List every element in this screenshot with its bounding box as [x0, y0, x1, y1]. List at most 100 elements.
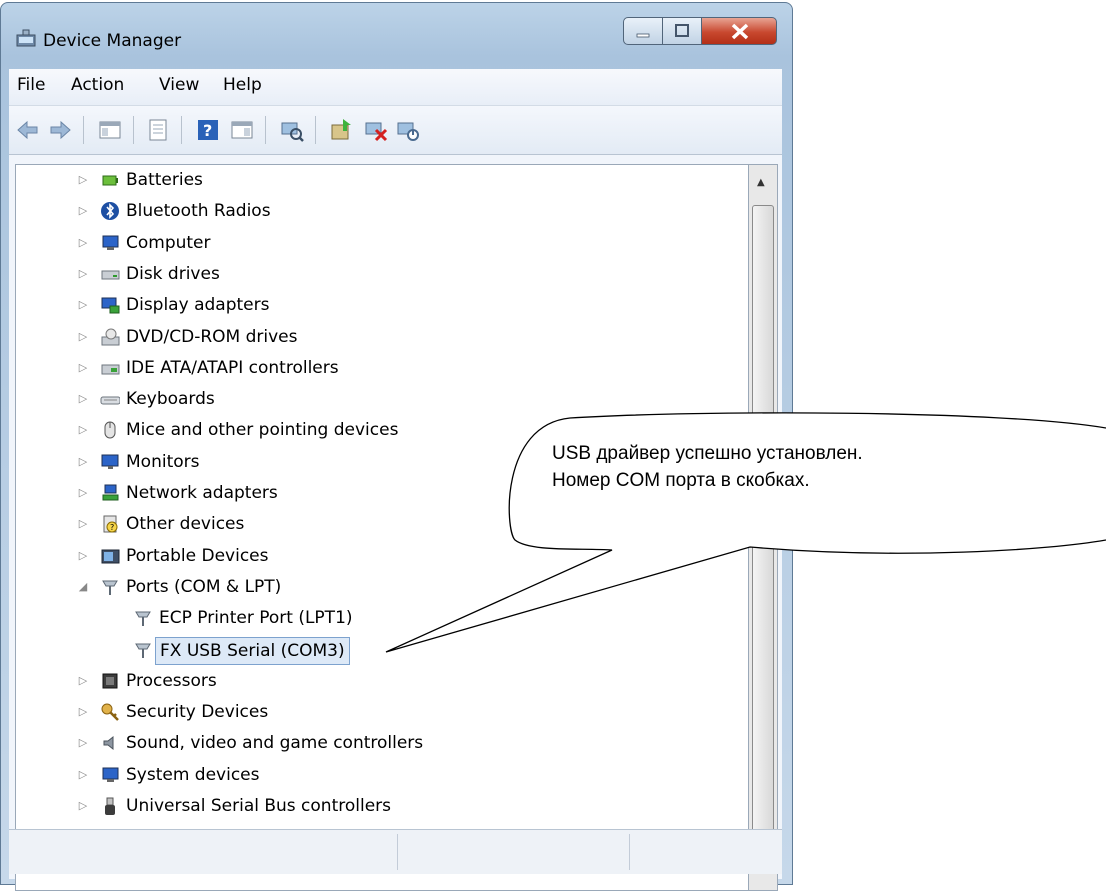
maximize-icon — [675, 24, 689, 37]
toolbar-separator — [83, 116, 84, 144]
forward-icon[interactable] — [47, 117, 73, 143]
back-icon[interactable] — [15, 117, 41, 143]
dvd-drive-icon — [101, 328, 120, 345]
callout-line-1: USB драйвер успешно установлен. — [552, 443, 863, 464]
tree-item-label: DVD/CD-ROM drives — [126, 326, 298, 347]
tree-item-label: Bluetooth Radios — [126, 201, 271, 222]
expand-arrow-icon[interactable]: ▷ — [78, 324, 88, 350]
expand-arrow-icon[interactable]: ▷ — [78, 668, 88, 694]
toolbar-separator — [265, 116, 266, 144]
tree-item-label: System devices — [126, 764, 260, 785]
expand-arrow-icon[interactable]: ▷ — [78, 699, 88, 725]
tree-item-label: Ports (COM & LPT) — [126, 576, 282, 597]
tree-item-label: Display adapters — [126, 295, 270, 316]
minimize-icon — [636, 33, 650, 38]
toolbar-separator — [181, 116, 182, 144]
expand-arrow-icon[interactable]: ▷ — [78, 386, 88, 412]
device-manager-icon — [16, 29, 36, 47]
status-divider — [629, 834, 630, 870]
tree-item-label: Monitors — [126, 451, 200, 472]
scroll-up-icon[interactable]: ▲ — [757, 177, 765, 188]
help-icon[interactable]: ? — [195, 117, 221, 143]
properties-icon[interactable] — [145, 117, 171, 143]
svg-text:?: ? — [203, 121, 212, 140]
expand-arrow-icon[interactable]: ▷ — [78, 417, 88, 443]
window-title: Device Manager — [43, 31, 182, 51]
expand-arrow-icon[interactable]: ▷ — [78, 762, 88, 788]
expand-arrow-icon[interactable]: ▷ — [78, 730, 88, 756]
tree-item-label: Network adapters — [126, 483, 278, 503]
tree-item-label: Disk drives — [126, 263, 220, 284]
port-icon — [102, 580, 118, 595]
expand-arrow-icon[interactable]: ▷ — [78, 292, 88, 318]
menu-action[interactable]: Action — [71, 75, 124, 95]
status-bar — [9, 829, 782, 874]
show-hide-console-tree-icon[interactable] — [97, 117, 123, 143]
svg-text:?: ? — [110, 523, 114, 532]
system-devices-icon — [102, 767, 119, 782]
tree-item-label: Other devices — [126, 514, 245, 535]
tree-item-label: Computer — [126, 232, 211, 253]
processor-icon — [102, 673, 118, 689]
tree-item-label: Universal Serial Bus controllers — [126, 796, 392, 816]
port-icon — [135, 643, 151, 658]
other-devices-icon: ? — [103, 515, 118, 533]
tree-item-label: Portable Devices — [126, 545, 269, 566]
callout-line-2: Номер COM порта в скобках. — [552, 470, 810, 491]
menu-bar: File Action View Help — [9, 69, 782, 106]
expand-arrow-icon[interactable]: ▷ — [78, 355, 88, 381]
vertical-scrollbar[interactable]: ▲ ▼ — [748, 164, 778, 891]
expand-arrow-icon[interactable]: ▷ — [78, 543, 88, 569]
tree-item-label: Batteries — [126, 170, 203, 190]
uninstall-icon[interactable] — [363, 117, 389, 143]
expand-arrow-icon[interactable]: ▷ — [78, 449, 88, 475]
security-key-icon — [101, 703, 119, 721]
mouse-icon — [104, 421, 116, 439]
device-tree[interactable]: ▷ Batteries ▷ Bluetooth Radios ▷ Computer ▷ Dis… — [15, 164, 749, 891]
scrollbar-thumb[interactable] — [752, 205, 774, 839]
computer-icon — [102, 235, 119, 250]
battery-icon — [102, 175, 118, 186]
tree-item-label: Keyboards — [126, 389, 215, 410]
close-icon — [731, 23, 749, 40]
toolbar: ? — [9, 106, 782, 155]
menu-help[interactable]: Help — [223, 75, 262, 95]
tree-item-label: Sound, video and game controllers — [126, 733, 424, 754]
maximize-button[interactable] — [662, 17, 702, 45]
monitor-icon — [101, 454, 119, 469]
tree-item-label: Processors — [126, 670, 217, 691]
tree-item-label: ECP Printer Port (LPT1) — [159, 608, 353, 629]
expand-arrow-icon[interactable]: ▷ — [78, 511, 88, 537]
expand-arrow-icon[interactable]: ▷ — [78, 198, 88, 224]
expand-arrow-icon[interactable]: ▷ — [78, 167, 88, 193]
expand-arrow-icon[interactable]: ▷ — [78, 793, 88, 819]
status-divider — [397, 834, 398, 870]
toolbar-separator — [315, 116, 316, 144]
expand-arrow-icon[interactable]: ▷ — [78, 261, 88, 287]
menu-view[interactable]: View — [159, 75, 199, 95]
tree-item-label: FX USB Serial (COM3) — [155, 636, 350, 665]
tree-item-label: Security Devices — [126, 702, 269, 723]
minimize-button[interactable] — [623, 17, 663, 45]
expand-arrow-icon[interactable]: ▷ — [78, 230, 88, 256]
close-button[interactable] — [701, 17, 777, 45]
port-icon — [135, 611, 151, 627]
tree-item-label: IDE ATA/ATAPI controllers — [126, 357, 339, 378]
disable-icon[interactable] — [395, 117, 421, 143]
update-driver-icon[interactable] — [329, 117, 355, 143]
menu-file[interactable]: File — [17, 75, 45, 95]
tree-item-label: Mice and other pointing devices — [126, 420, 399, 441]
usb-icon — [105, 797, 115, 815]
expand-arrow-icon[interactable]: ▷ — [78, 480, 88, 506]
scan-hardware-icon[interactable] — [279, 117, 305, 143]
title-bar[interactable]: Device Manager — [1, 3, 792, 63]
portable-devices-icon — [101, 549, 120, 564]
speaker-icon — [103, 736, 114, 751]
collapse-arrow-icon[interactable]: ◢ — [78, 574, 88, 600]
bluetooth-icon — [101, 202, 119, 221]
disk-drive-icon — [101, 270, 120, 280]
ide-controller-icon — [101, 364, 120, 375]
action-pane-icon[interactable] — [229, 117, 255, 143]
display-adapter-icon — [101, 297, 120, 314]
network-adapter-icon — [102, 484, 119, 501]
